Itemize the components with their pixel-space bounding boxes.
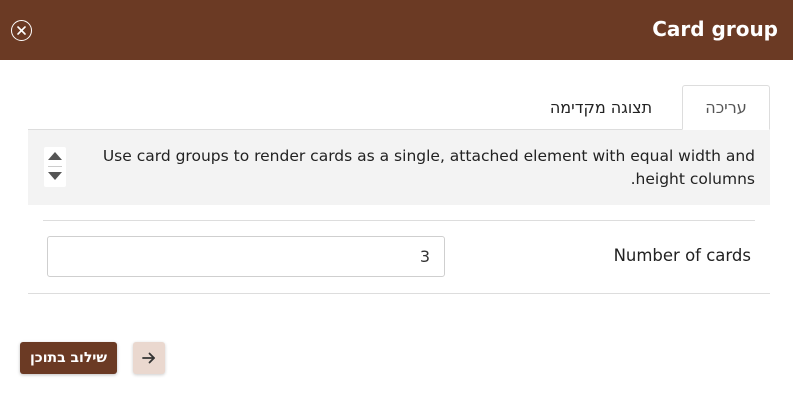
number-of-cards-label: Number of cards bbox=[613, 246, 751, 265]
tab-preview[interactable]: תצוגה מקדימה bbox=[540, 85, 662, 130]
tab-edit[interactable]: עריכה bbox=[682, 85, 770, 130]
next-button[interactable] bbox=[133, 342, 165, 374]
dialog-header: Card group bbox=[0, 0, 793, 60]
arrow-up-icon[interactable] bbox=[48, 152, 62, 160]
dialog-title: Card group bbox=[652, 17, 778, 41]
divider bbox=[28, 293, 770, 294]
scroll-separator bbox=[48, 166, 62, 167]
close-button[interactable] bbox=[11, 20, 32, 41]
arrow-right-icon bbox=[142, 349, 156, 368]
divider bbox=[43, 220, 755, 221]
description-text: Use card groups to render cards as a sin… bbox=[102, 147, 755, 188]
description-scroll-control[interactable] bbox=[44, 147, 66, 187]
close-icon bbox=[16, 25, 27, 36]
insert-content-button[interactable]: שילוב בתוכן bbox=[20, 342, 117, 374]
number-of-cards-input[interactable] bbox=[47, 236, 445, 277]
description-panel: Use card groups to render cards as a sin… bbox=[28, 130, 770, 205]
arrow-down-icon[interactable] bbox=[48, 172, 62, 180]
